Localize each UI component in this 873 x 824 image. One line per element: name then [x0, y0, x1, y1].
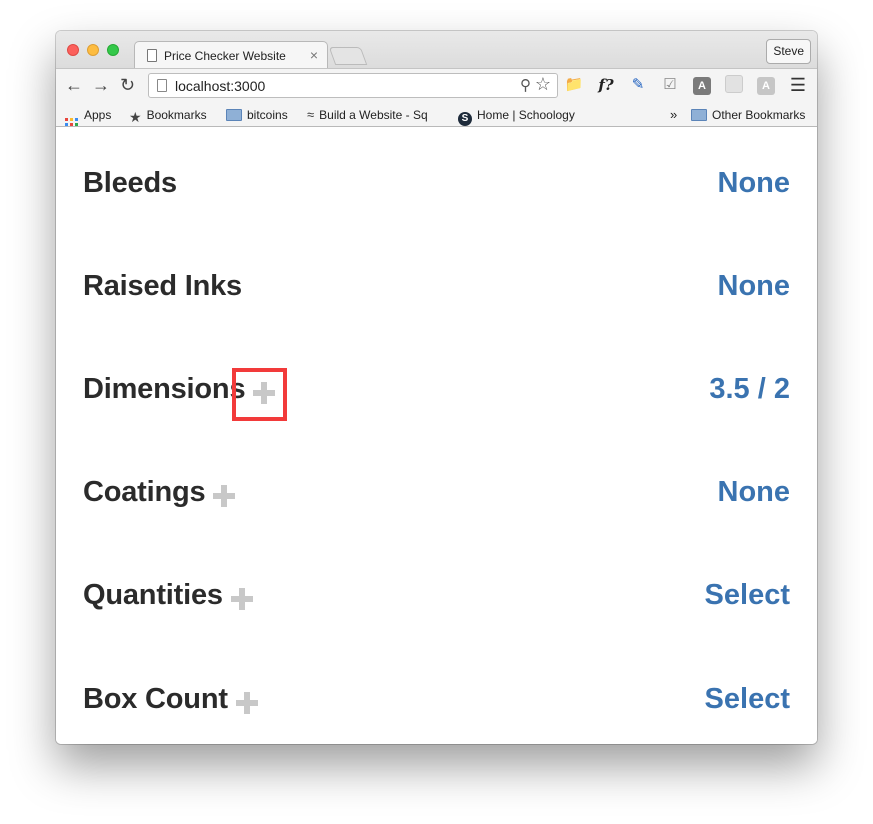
angular-icon[interactable]: A	[691, 75, 713, 95]
option-label: Quantities	[83, 579, 253, 612]
minimize-window-button[interactable]	[87, 44, 99, 56]
page-icon	[157, 79, 167, 92]
folder-icon	[226, 109, 242, 121]
profile-button[interactable]: Steve	[766, 39, 811, 64]
bookmark-build-website[interactable]: ≈ Build a Website - Sq	[307, 107, 441, 123]
option-value[interactable]: Select	[705, 683, 790, 716]
bookmark-label: Bookmarks	[146, 108, 207, 122]
bookmarks-bar: Apps ★ Bookmarks bitcoins ≈ Build a Websit…	[56, 102, 817, 131]
address-bar[interactable]: localhost:3000 ⚲ ☆	[148, 73, 558, 98]
bookmark-apps-label: Apps	[84, 108, 112, 122]
bookmark-other[interactable]: Other Bookmarks	[691, 107, 805, 123]
reload-icon[interactable]: ↻	[120, 74, 135, 96]
bookmark-star-icon[interactable]: ☆	[535, 74, 551, 95]
bookmark-label: Home | Schoology	[477, 108, 575, 122]
back-arrow-icon[interactable]: ←	[65, 74, 83, 96]
folder-icon	[691, 109, 707, 121]
tab-close-icon[interactable]: ×	[310, 47, 318, 63]
url-text[interactable]: localhost:3000	[175, 78, 265, 94]
plus-icon[interactable]	[235, 691, 258, 714]
option-value[interactable]: None	[718, 270, 791, 303]
option-row-raised-inks[interactable]: Raised Inks None	[83, 270, 790, 314]
schoology-icon: S	[458, 112, 472, 126]
forward-arrow-icon[interactable]: →	[92, 74, 110, 96]
bookmark-apps[interactable]: Apps	[65, 107, 112, 131]
option-label: Bleeds	[83, 167, 177, 199]
bookmark-overflow-chevron[interactable]: »	[670, 107, 677, 123]
bookmark-label: Other Bookmarks	[712, 108, 806, 122]
option-row-bleeds[interactable]: Bleeds None	[83, 167, 790, 211]
bookmark-bookmarks[interactable]: ★ Bookmarks	[129, 107, 207, 125]
page-icon	[147, 49, 157, 62]
option-label: Dimensions	[83, 373, 276, 406]
toolbar: ← → ↻ localhost:3000 ⚲ ☆ 📁 f? ✎ ☑ A A ☰	[56, 68, 817, 102]
bookmark-bitcoins[interactable]: bitcoins	[226, 107, 288, 123]
bookmark-label: Build a Website - Sq	[319, 108, 428, 122]
menu-icon[interactable]: ☰	[787, 75, 809, 95]
bookmark-label: bitcoins	[247, 108, 288, 122]
note-icon[interactable]: ✎	[627, 75, 649, 95]
option-row-box-count[interactable]: Box Count Select	[83, 683, 790, 727]
close-window-button[interactable]	[67, 44, 79, 56]
page-content: Bleeds None Raised Inks None Dimensions …	[56, 128, 817, 744]
plus-icon[interactable]	[230, 587, 253, 610]
new-tab-button[interactable]	[328, 47, 368, 65]
folder-icon[interactable]: 📁	[563, 75, 585, 95]
plus-icon[interactable]	[213, 484, 236, 507]
angular-light-icon[interactable]: A	[755, 75, 777, 95]
tab-price-checker[interactable]: Price Checker Website ×	[134, 41, 328, 69]
option-row-dimensions[interactable]: Dimensions 3.5 / 2	[83, 373, 790, 417]
formula-icon[interactable]: f?	[595, 75, 617, 95]
checklist-icon[interactable]: ☑	[659, 75, 681, 95]
tab-title: Price Checker Website	[164, 49, 286, 63]
maximize-window-button[interactable]	[107, 44, 119, 56]
star-icon: ★	[129, 109, 142, 125]
browser-window: Price Checker Website × Steve ← → ↻ loca…	[56, 31, 817, 744]
option-value[interactable]: Select	[705, 579, 790, 612]
option-row-coatings[interactable]: Coatings None	[83, 476, 790, 520]
plus-icon[interactable]	[253, 381, 276, 404]
option-label: Raised Inks	[83, 270, 242, 302]
option-label: Coatings	[83, 476, 236, 509]
option-value[interactable]: None	[718, 167, 791, 200]
squarespace-icon: ≈	[307, 107, 315, 122]
blank-icon[interactable]	[723, 75, 745, 99]
bookmark-schoology[interactable]: S Home | Schoology	[458, 107, 575, 126]
option-label: Box Count	[83, 683, 258, 716]
option-value[interactable]: 3.5 / 2	[709, 373, 790, 406]
zoom-icon[interactable]: ⚲	[520, 76, 531, 94]
tab-bar: Price Checker Website × Steve	[56, 31, 817, 69]
option-row-quantities[interactable]: Quantities Select	[83, 579, 790, 623]
option-value[interactable]: None	[718, 476, 791, 509]
